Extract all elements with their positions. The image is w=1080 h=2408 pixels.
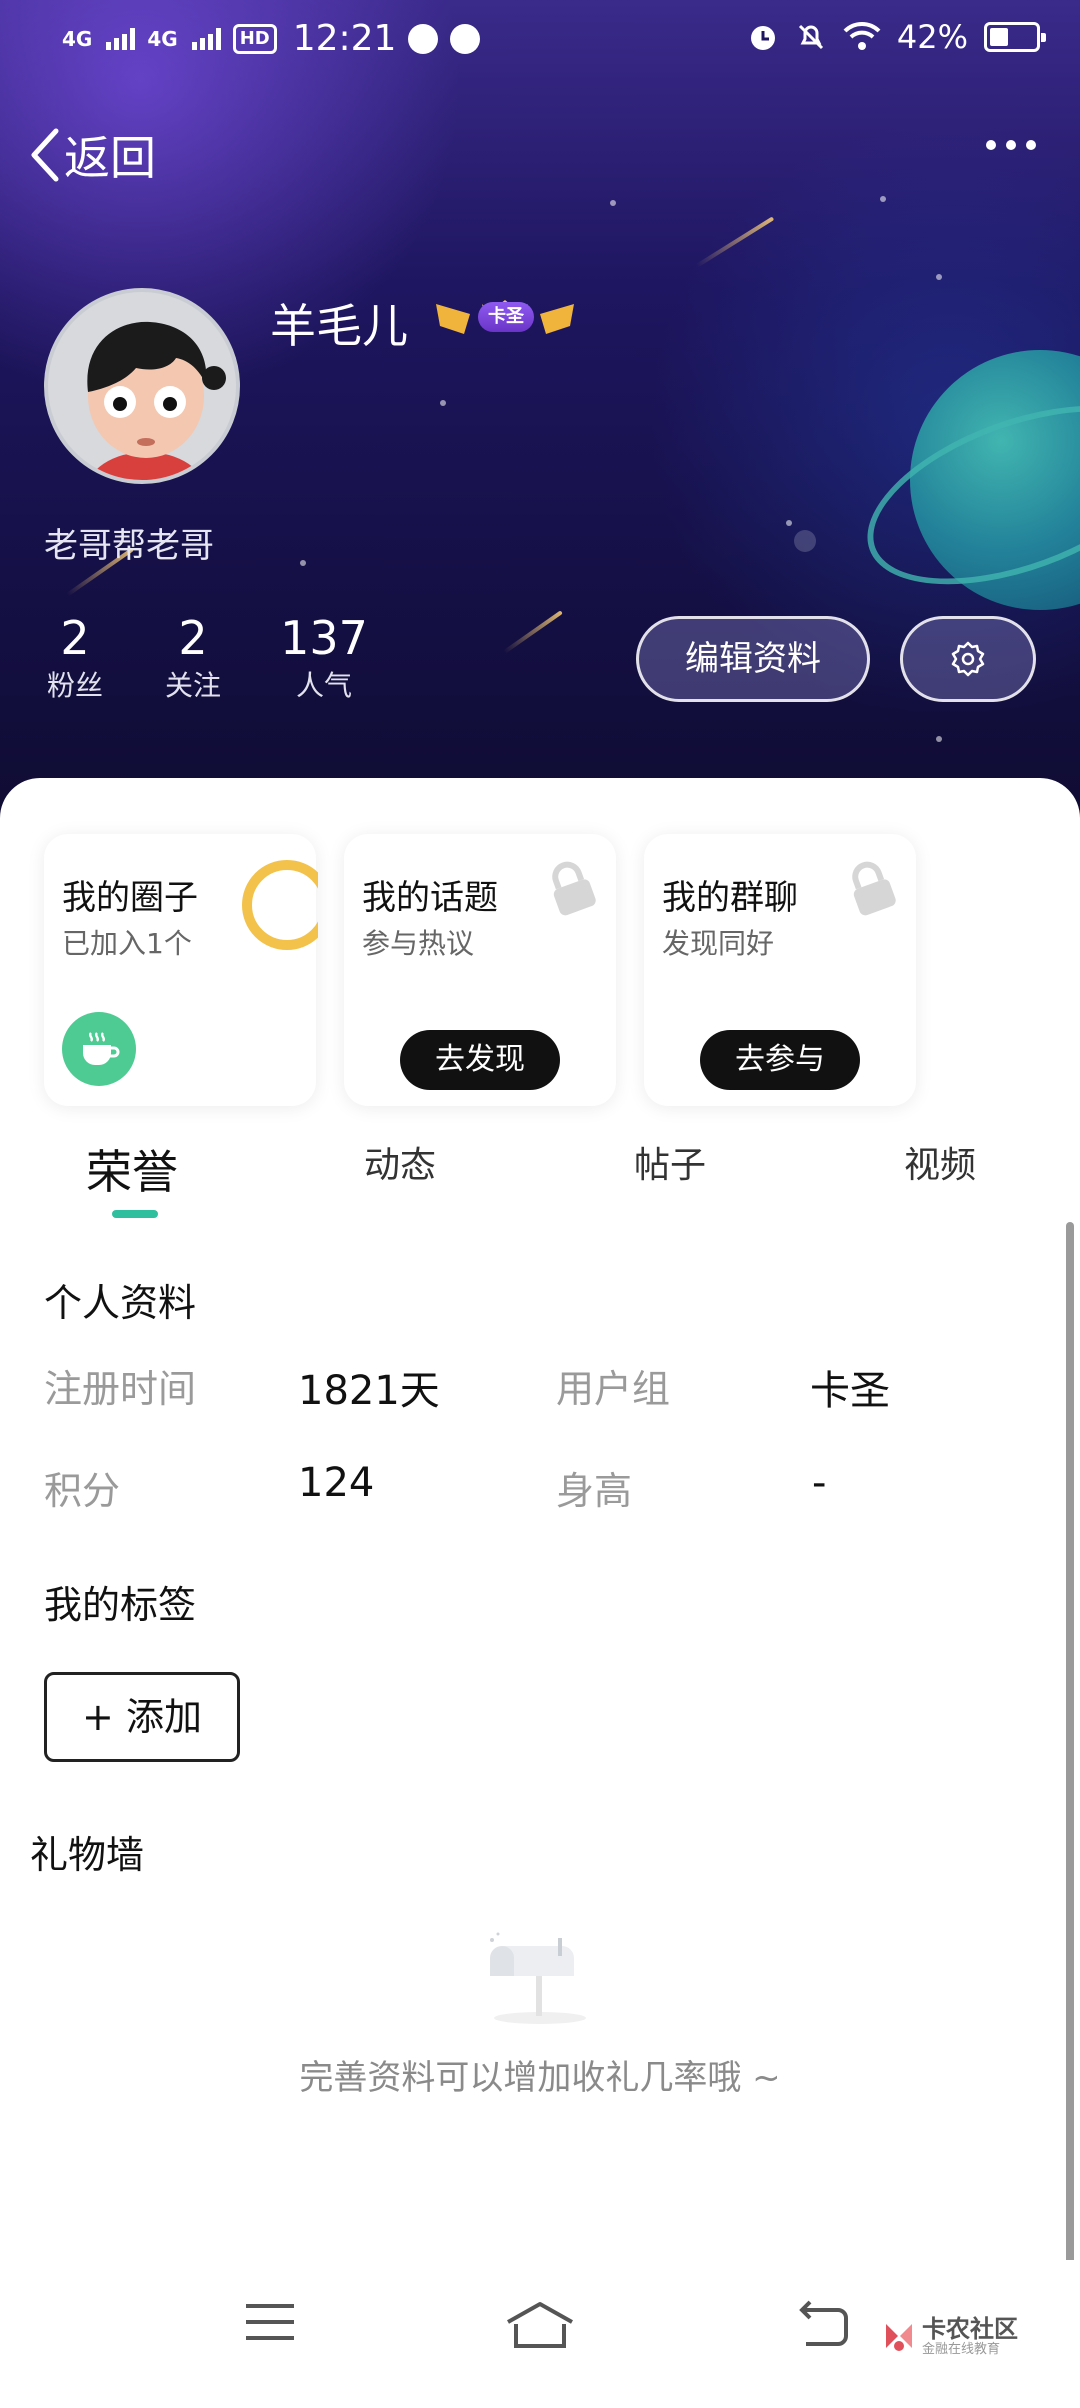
info-value-points: 124 (298, 1460, 375, 1506)
stat-popularity[interactable]: 137 人气 (274, 610, 374, 706)
star-decoration (610, 200, 616, 206)
star-decoration (880, 196, 886, 202)
ring-decoration-icon (242, 860, 318, 950)
chevron-left-icon (31, 128, 59, 182)
gear-icon (951, 641, 985, 677)
content-sheet: 我的圈子 已加入1个 我的话题 参与热议 去发现 我的群聊 发现同好 去参与 荣… (0, 778, 1080, 2408)
star-decoration (794, 530, 816, 552)
dot-icon (986, 140, 996, 150)
stat-label: 关注 (164, 669, 221, 702)
tab-activity[interactable]: 动态 (364, 1136, 436, 1188)
home-icon[interactable] (504, 2300, 576, 2350)
profile-header: 4G 4G HD 12:21 42% 返回 羊毛儿 卡圣 老哥帮老哥 2 粉丝 … (0, 0, 1080, 820)
badge-label: 卡圣 (478, 302, 534, 332)
info-value-register-time: 1821天 (298, 1368, 440, 1414)
cartoon-avatar-icon (87, 321, 226, 480)
edit-profile-button[interactable]: 编辑资料 (636, 616, 870, 702)
star-decoration (936, 274, 942, 280)
info-label-points: 积分 (44, 1469, 121, 1513)
username: 羊毛儿 (270, 299, 408, 353)
stat-value: 137 (280, 611, 368, 665)
watermark-logo: 卡农社区 金融在线教育 (882, 2316, 1018, 2358)
signal-bars-icon (106, 27, 136, 50)
tab-posts[interactable]: 帖子 (634, 1136, 706, 1188)
clock: 12:21 (292, 18, 397, 59)
my-topics-card[interactable]: 我的话题 参与热议 去发现 (344, 834, 616, 1106)
back-arrow-icon[interactable] (796, 2300, 850, 2346)
stat-label: 粉丝 (46, 669, 103, 702)
meteor-decoration (503, 610, 563, 654)
add-tag-button[interactable]: + 添加 (44, 1672, 240, 1762)
kanong-logo-icon (886, 2324, 912, 2351)
star-decoration (936, 736, 942, 742)
info-label-register-time: 注册时间 (44, 1367, 197, 1411)
stat-label: 人气 (295, 669, 352, 702)
stat-followers[interactable]: 2 粉丝 (40, 610, 110, 706)
menu-icon[interactable] (244, 2300, 296, 2344)
more-options-button[interactable] (986, 140, 1036, 150)
card-subtitle: 已加入1个 (62, 927, 192, 960)
info-label-height: 身高 (556, 1469, 633, 1513)
battery-icon (984, 22, 1046, 52)
empty-mailbox-icon (490, 1932, 586, 2024)
card-title: 我的圈子 (62, 878, 198, 918)
tab-videos[interactable]: 视频 (904, 1136, 976, 1188)
my-group-chats-card[interactable]: 我的群聊 发现同好 去参与 (644, 834, 916, 1106)
app-notification-icon (408, 23, 439, 54)
mute-bell-icon (798, 24, 823, 50)
wifi-icon (843, 21, 881, 50)
user-signature: 老哥帮老哥 (44, 526, 214, 566)
status-bar: 4G 4G HD 12:21 42% (0, 0, 1080, 84)
app-screen: 4G 4G HD 12:21 42% 返回 羊毛儿 卡圣 老哥帮老哥 2 粉丝 … (0, 0, 1080, 2408)
watermark-title: 卡农社区 (922, 2315, 1018, 2343)
star-decoration (786, 520, 792, 526)
card-subtitle: 发现同好 (662, 927, 775, 960)
alarm-icon (750, 26, 775, 50)
star-decoration (300, 560, 306, 566)
watermark-subtitle: 金融在线教育 (922, 2342, 1001, 2357)
signal-bars-icon (191, 27, 221, 50)
my-circles-card[interactable]: 我的圈子 已加入1个 (44, 834, 318, 1106)
card-title: 我的话题 (362, 878, 498, 918)
scrollbar[interactable] (1066, 1222, 1074, 2272)
card-subtitle: 参与热议 (362, 927, 475, 960)
avatar[interactable] (44, 288, 240, 484)
coffee-cup-icon (62, 1012, 136, 1086)
signal-label: 4G (62, 26, 93, 51)
battery-percent: 42% (896, 18, 968, 56)
meteor-decoration (695, 216, 775, 268)
settings-button[interactable] (900, 616, 1036, 702)
stat-value: 2 (60, 611, 90, 665)
tab-honor[interactable]: 荣誉 (86, 1136, 178, 1202)
join-button[interactable]: 去参与 (700, 1030, 860, 1090)
info-value-user-group: 卡圣 (810, 1368, 890, 1414)
signal-label: 4G (147, 26, 178, 51)
dot-icon (1026, 140, 1036, 150)
lock-icon (552, 861, 596, 916)
active-tab-indicator (112, 1210, 158, 1218)
personal-info-title: 个人资料 (44, 1281, 197, 1325)
user-level-badge: 卡圣 (430, 294, 580, 342)
back-button[interactable]: 返回 (28, 122, 156, 188)
star-decoration (440, 400, 446, 406)
back-label: 返回 (64, 131, 156, 185)
system-nav-bar: 卡农社区 金融在线教育 (0, 2260, 1080, 2408)
hd-voice-icon: HD (232, 23, 277, 54)
dot-icon (1006, 140, 1016, 150)
gift-wall-title: 礼物墙 (30, 1833, 145, 1877)
gift-wall-empty-tip: 完善资料可以增加收礼几率哦 ~ (299, 2058, 781, 2098)
info-value-height: - (812, 1460, 827, 1506)
discover-button[interactable]: 去发现 (400, 1030, 560, 1090)
stat-value: 2 (178, 611, 208, 665)
stat-following[interactable]: 2 关注 (158, 610, 228, 706)
wechat-icon (450, 23, 481, 54)
card-title: 我的群聊 (662, 878, 798, 918)
lock-icon (852, 861, 896, 916)
info-label-user-group: 用户组 (556, 1367, 671, 1411)
my-tags-title: 我的标签 (44, 1583, 197, 1627)
